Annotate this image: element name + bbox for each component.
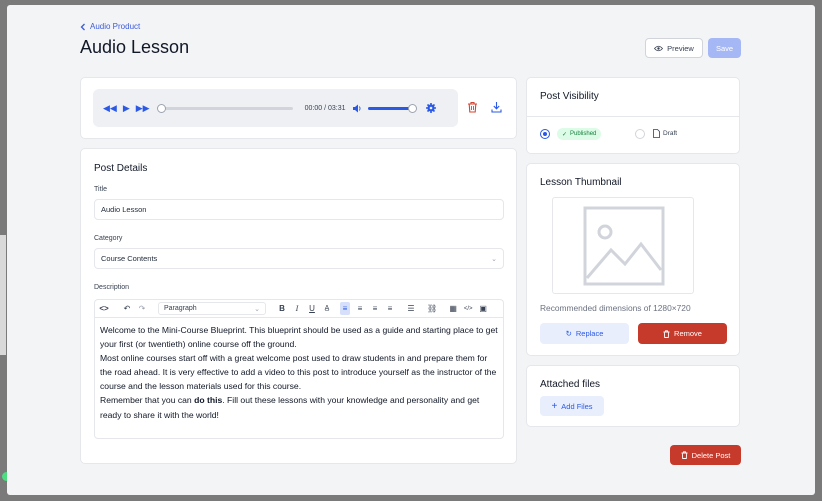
post-visibility-heading: Post Visibility	[540, 91, 599, 102]
table-icon[interactable]: ▦	[448, 302, 458, 315]
title-input-value: Audio Lesson	[101, 205, 147, 214]
image-icon[interactable]: ▣	[478, 302, 488, 315]
description-label: Description	[94, 284, 130, 291]
list-icon[interactable]: ☰	[406, 302, 416, 315]
preview-label: Preview	[667, 43, 694, 53]
description-text: Remember that you can	[100, 395, 195, 406]
chevron-down-icon: ⌄	[491, 255, 497, 263]
description-paragraph: Welcome to the Mini-Course Blueprint. Th…	[100, 325, 498, 350]
post-details-heading: Post Details	[94, 163, 148, 174]
undo-icon[interactable]: ↶	[122, 302, 132, 315]
save-button[interactable]: Save	[708, 38, 741, 58]
seek-knob[interactable]	[156, 103, 166, 113]
trash-icon[interactable]	[467, 101, 478, 113]
replace-label: Replace	[575, 329, 604, 338]
time-separator: /	[324, 104, 327, 112]
align-right-icon[interactable]: ≡	[370, 302, 380, 315]
rewind-icon[interactable]: ◀◀	[103, 103, 117, 114]
description-paragraph: Remember that you can do this. Fill out …	[100, 393, 498, 421]
seek-bar[interactable]	[156, 103, 293, 113]
post-visibility-card: Post Visibility ✓ Published Draft	[526, 77, 740, 154]
back-link[interactable]: Audio Product	[80, 22, 140, 31]
backdrop-panel	[0, 235, 6, 355]
published-radio[interactable]	[540, 129, 550, 139]
published-label: Published	[570, 131, 597, 137]
volume-slider[interactable]	[367, 103, 417, 113]
draft-label: Draft	[663, 130, 678, 137]
divider	[527, 116, 739, 117]
description-editor[interactable]: Welcome to the Mini-Course Blueprint. Th…	[94, 317, 504, 439]
delete-post-label: Delete Post	[691, 450, 731, 460]
download-icon[interactable]	[491, 101, 502, 113]
image-placeholder-icon	[583, 206, 665, 286]
draft-radio[interactable]	[635, 129, 645, 139]
align-left-icon[interactable]: ≡	[340, 302, 350, 315]
description-bold-text: do this	[194, 395, 223, 406]
remove-button[interactable]: Remove	[638, 323, 727, 344]
settings-gear-icon[interactable]	[425, 103, 436, 113]
link-icon[interactable]: ⛓	[427, 302, 437, 315]
title-label: Title	[94, 186, 107, 193]
check-icon: ✓	[562, 131, 568, 138]
embed-code-icon[interactable]: </>	[463, 302, 473, 315]
preview-button[interactable]: Preview	[645, 38, 703, 58]
trash-icon	[681, 451, 688, 459]
volume-icon[interactable]	[352, 104, 362, 113]
paragraph-format-value: Paragraph	[164, 305, 197, 312]
strikethrough-icon[interactable]: A̲	[322, 302, 332, 315]
plus-icon: +	[551, 400, 558, 412]
title-input[interactable]: Audio Lesson	[94, 199, 504, 220]
chevron-down-icon: ⌄	[254, 305, 260, 313]
recommended-dimensions: Recommended dimensions of 1280×720	[540, 303, 691, 313]
eye-icon	[654, 45, 664, 51]
document-icon	[653, 129, 660, 138]
paragraph-format-select[interactable]: Paragraph ⌄	[158, 302, 266, 315]
post-details-card: Post Details Title Audio Lesson Category…	[80, 148, 517, 464]
save-label: Save	[715, 43, 734, 53]
align-center-icon[interactable]: ≡	[355, 302, 365, 315]
add-files-label: Add Files	[561, 401, 593, 411]
audio-player-card: ◀◀ ▶ ▶▶ 00:00 / 03:31	[80, 77, 517, 139]
attached-files-card: Attached files + Add Files	[526, 365, 740, 427]
align-justify-icon[interactable]: ≡	[385, 302, 395, 315]
published-badge: ✓ Published	[557, 128, 602, 140]
category-select[interactable]: Course Contents ⌄	[94, 248, 504, 269]
code-view-icon[interactable]: <>	[99, 302, 109, 315]
time-readout: 00:00 / 03:31	[305, 105, 346, 112]
category-label: Category	[94, 235, 123, 242]
editor-toolbar: <> ↶ ↷ Paragraph ⌄ B I U A̲ ≡ ≡ ≡ ≡ ☰ ⛓ ▦…	[94, 299, 504, 317]
description-paragraph: Most online courses start off with a gre…	[100, 353, 497, 392]
volume-knob[interactable]	[407, 103, 417, 113]
refresh-icon: ↻	[565, 329, 572, 338]
duration: 03:31	[328, 104, 346, 112]
draft-option: Draft	[653, 129, 677, 138]
current-time: 00:00	[304, 104, 323, 112]
category-select-value: Course Contents	[101, 254, 158, 263]
play-icon[interactable]: ▶	[123, 103, 130, 114]
back-link-label: Audio Product	[90, 22, 141, 31]
lesson-thumbnail-card: Lesson Thumbnail Recommended dimensions …	[526, 163, 740, 356]
redo-icon[interactable]: ↷	[137, 302, 147, 315]
remove-label: Remove	[674, 329, 702, 338]
bold-icon[interactable]: B	[277, 302, 287, 315]
italic-icon[interactable]: I	[292, 302, 302, 315]
delete-post-button[interactable]: Delete Post	[670, 445, 741, 465]
lesson-thumbnail-heading: Lesson Thumbnail	[540, 177, 622, 188]
underline-icon[interactable]: U	[307, 302, 317, 315]
fast-forward-icon[interactable]: ▶▶	[136, 103, 150, 114]
audio-player: ◀◀ ▶ ▶▶ 00:00 / 03:31	[93, 89, 458, 127]
thumbnail-placeholder[interactable]	[552, 197, 694, 294]
replace-button[interactable]: ↻ Replace	[540, 323, 629, 344]
attached-files-heading: Attached files	[540, 379, 601, 390]
add-files-button[interactable]: + Add Files	[540, 396, 604, 416]
trash-icon	[663, 329, 670, 338]
chevron-left-icon	[80, 23, 85, 30]
audio-lesson-editor: Audio Product Audio Lesson Preview Save …	[7, 5, 815, 495]
page-title: Audio Lesson	[80, 37, 190, 57]
